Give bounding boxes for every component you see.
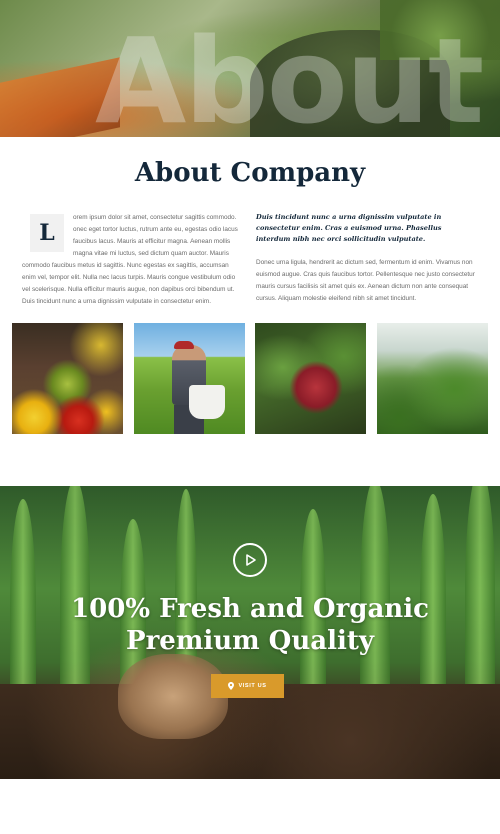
banner-title-line1: 100% Fresh and Organic xyxy=(71,594,429,624)
bucket xyxy=(189,385,225,419)
soil-decoration xyxy=(0,684,500,779)
hero-watermark-text: About xyxy=(95,12,484,137)
map-pin-icon xyxy=(228,682,235,690)
about-right-column: Duis tincidunt nunc a urna dignissim vul… xyxy=(256,212,478,305)
banner-title: 100% Fresh and Organic Premium Quality xyxy=(0,593,500,657)
about-emphasis-paragraph: Duis tincidunt nunc a urna dignissim vul… xyxy=(256,213,442,243)
banner-title-line2: Premium Quality xyxy=(126,626,374,656)
hero-banner: About xyxy=(0,0,500,137)
farmer-cap xyxy=(174,341,194,349)
about-left-paragraph-intro: orem ipsum dolor sit amet, consectetur s… xyxy=(73,214,238,257)
about-left-paragraph-rest: commodo faucibus metus id sagittis. Nunc… xyxy=(22,262,236,305)
fruit-market-image[interactable] xyxy=(12,323,123,434)
about-left-column: L orem ipsum dolor sit amet, consectetur… xyxy=(22,212,240,308)
image-gallery xyxy=(12,323,488,435)
visit-us-button[interactable]: VISIT US xyxy=(211,674,284,698)
farmer-image[interactable] xyxy=(134,323,245,434)
visit-us-label: VISIT US xyxy=(238,683,267,689)
greenhouse-image[interactable] xyxy=(377,323,488,434)
apple-tree-image[interactable] xyxy=(255,323,366,434)
play-icon xyxy=(246,554,256,566)
about-right-paragraph: Donec urna ligula, hendrerit ac dictum s… xyxy=(256,259,475,302)
play-video-button[interactable] xyxy=(233,543,267,577)
dropcap-letter: L xyxy=(30,214,64,252)
about-title: About Company xyxy=(134,158,366,188)
